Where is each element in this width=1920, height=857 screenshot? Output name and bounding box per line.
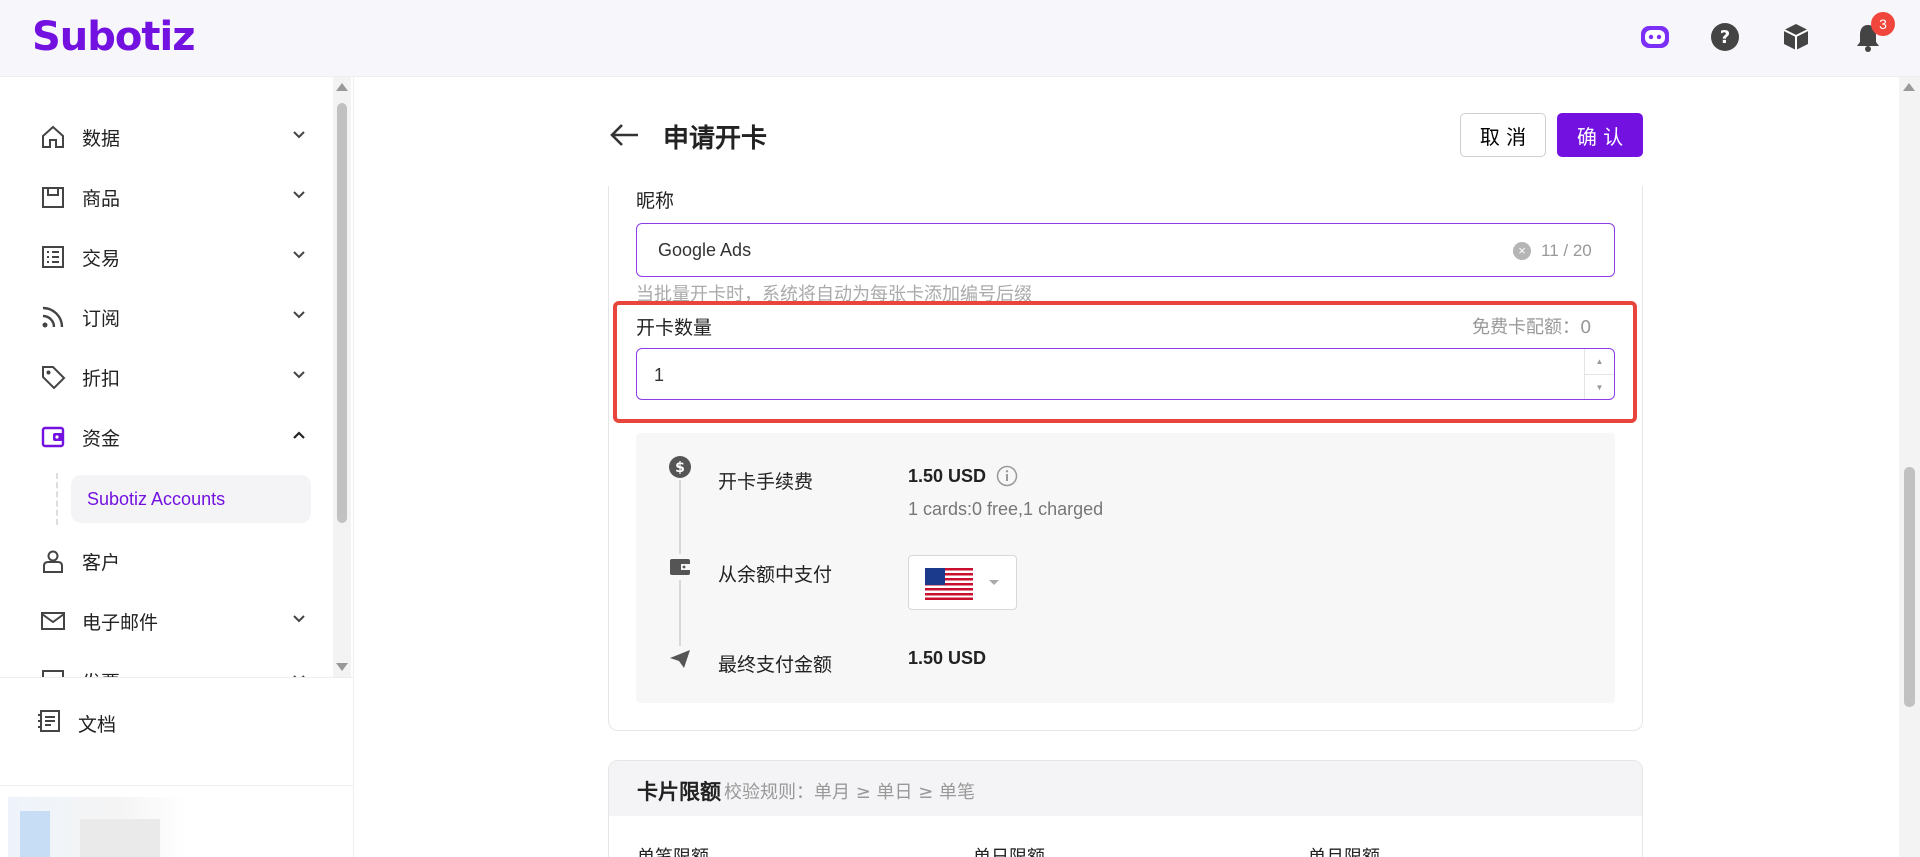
sidebar-item-discounts[interactable]: 折扣 [36,351,306,403]
wallet-icon [667,554,693,580]
page-title: 申请开卡 [663,124,768,154]
sidebar-item-label: 折扣 [82,367,121,390]
sidebar-item-customers[interactable]: 客户 [36,535,306,587]
cancel-button[interactable]: 取 消 [1460,113,1546,157]
sidebar-divider [0,785,353,786]
nickname-input[interactable]: Google Ads × 11 / 20 [636,223,1615,277]
sidebar-item-subscriptions[interactable]: 订阅 [36,291,306,343]
send-plane-icon [667,646,693,672]
quantity-stepper[interactable]: 1 ▲ ▼ [636,348,1615,400]
wallet-icon [36,420,70,454]
fee-detail: 1 cards:0 free,1 charged [908,499,1104,519]
chevron-down-icon [292,187,306,205]
card-limit-section: 卡片限额 校验规则：单月 ≥ 单日 ≥ 单笔 单笔限额 单日限额 单月限额 [608,760,1643,857]
chevron-down-icon [292,367,306,385]
sidebar-item-funds[interactable]: 资金 [36,411,306,463]
limit-column-single: 单笔限额 [637,843,709,857]
sidebar-item-label: 交易 [82,247,121,270]
nickname-label: 昵称 [636,190,675,212]
submenu-guide [56,473,58,525]
sidebar-item-label: 商品 [82,187,121,210]
logo[interactable]: Subotiz [32,14,196,60]
sidebar-item-label: 客户 [82,551,121,574]
decrement-icon[interactable]: ▼ [1585,374,1614,399]
chevron-down-icon [989,580,999,585]
chevron-down-icon [292,307,306,325]
back-arrow-icon[interactable] [608,120,642,150]
svg-text:$: $ [675,460,685,476]
sidebar-item-transactions[interactable]: 交易 [36,231,306,283]
sidebar-scrollbar[interactable] [333,77,351,677]
stepper-controls: ▲ ▼ [1584,349,1614,399]
main-scrollbar[interactable] [1899,77,1920,857]
user-profile-blurred[interactable] [8,797,188,857]
card-limit-title: 卡片限额 [637,780,721,804]
fee-label: 开卡手续费 [718,471,814,493]
top-bar: Subotiz ? 3 [0,0,1920,77]
free-quota-text: 免费卡配额：0 [1472,317,1592,338]
store-icon [36,180,70,214]
help-icon[interactable]: ? [1708,20,1742,54]
list-icon [36,240,70,274]
scroll-up-arrow-icon[interactable] [1903,83,1915,91]
sidebar-item-label: 资金 [82,427,121,450]
mail-icon [36,604,70,638]
dollar-coin-icon: $ [667,454,693,480]
chevron-down-icon [292,611,306,629]
ai-assistant-icon[interactable] [1638,20,1672,54]
chevron-up-icon [292,427,306,445]
sidebar-item-email[interactable]: 电子邮件 [36,595,306,647]
user-icon [36,544,70,578]
fee-value: 1.50 USD [908,466,987,486]
sidebar-item-invoices[interactable]: 发票 [36,655,306,677]
final-amount-value: 1.50 USD [908,648,987,668]
nickname-hint: 当批量开卡时，系统将自动为每张卡添加编号后缀 [636,284,1032,302]
card-limit-rule: 校验规则：单月 ≥ 单日 ≥ 单笔 [724,782,976,803]
chevron-down-icon [292,127,306,145]
limit-column-daily: 单日限额 [973,843,1045,857]
character-count: 11 / 20 [1541,241,1592,260]
sidebar-item-label: 数据 [82,127,121,150]
rss-icon [36,300,70,334]
avatar [20,811,50,857]
quantity-value[interactable]: 1 [654,365,664,386]
limit-column-monthly: 单月限额 [1308,843,1380,857]
sidebar-item-label: 订阅 [82,307,121,330]
info-icon[interactable] [996,465,1018,487]
notification-bell-icon[interactable]: 3 [1851,12,1895,54]
card-limit-header: 卡片限额 校验规则：单月 ≥ 单日 ≥ 单笔 [609,761,1642,816]
clear-input-icon[interactable]: × [1513,242,1531,260]
notification-badge: 3 [1871,12,1895,36]
home-icon [36,120,70,154]
nickname-value[interactable]: Google Ads [658,240,751,261]
tag-icon [36,360,70,394]
quantity-label: 开卡数量 [636,317,713,339]
confirm-button[interactable]: 确 认 [1557,113,1643,157]
pay-from-balance-label: 从余额中支付 [718,564,833,586]
sidebar-item-data[interactable]: 数据 [36,111,306,163]
svg-text:?: ? [1720,27,1730,48]
sidebar-menu: 数据 商品 交易 订阅 折扣 资金 Subotiz Accounts 客户 电子… [0,77,330,677]
chevron-down-icon [292,247,306,265]
sidebar-item-products[interactable]: 商品 [36,171,306,223]
package-icon[interactable] [1779,20,1813,54]
final-amount-label: 最终支付金额 [718,654,833,676]
sidebar-subitem-subotiz-accounts[interactable]: Subotiz Accounts [71,475,311,523]
user-name-blurred [80,819,160,857]
document-icon [36,708,62,739]
sidebar-scroll-thumb[interactable] [337,103,347,523]
main-scroll-thumb[interactable] [1904,467,1915,707]
currency-select[interactable] [908,555,1017,610]
sidebar-item-label: 文档 [78,713,117,736]
sidebar-item-label: 发票 [82,668,120,678]
us-flag-icon [925,568,973,600]
increment-icon[interactable]: ▲ [1585,349,1614,374]
sidebar: 数据 商品 交易 订阅 折扣 资金 Subotiz Accounts 客户 电子… [0,77,354,857]
invoice-icon [36,664,70,677]
scroll-down-arrow-icon[interactable] [336,663,348,671]
scroll-up-arrow-icon[interactable] [336,83,348,91]
sidebar-item-label: 电子邮件 [82,611,159,634]
sidebar-item-docs[interactable]: 文档 [36,678,116,768]
